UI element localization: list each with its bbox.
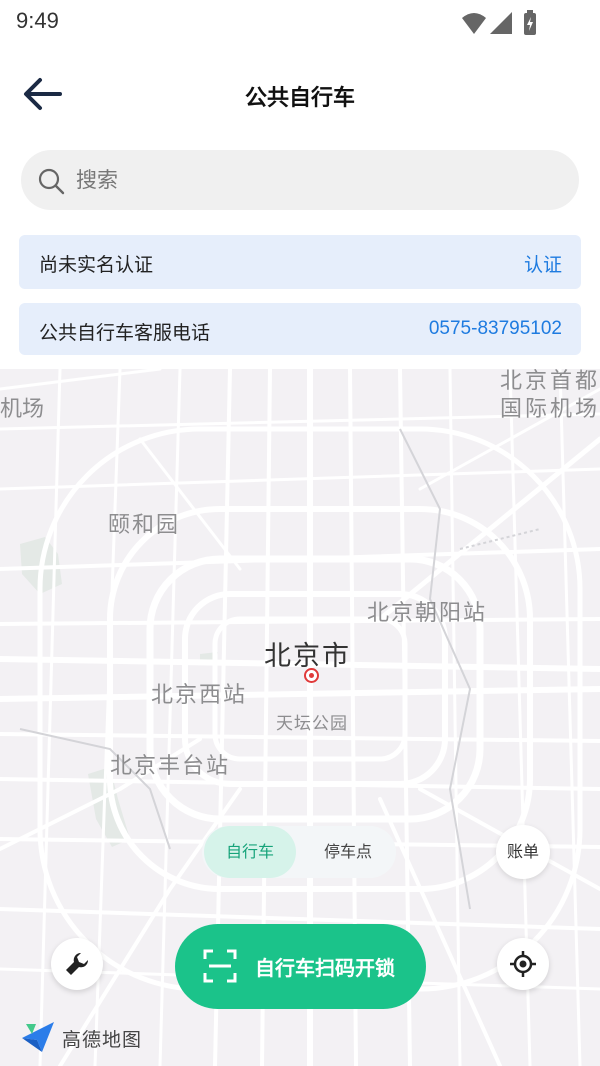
map-view[interactable]: 北京首都 国际机场 机场 颐和园 北京朝阳站 北京市 北京西站 天坛公园 北京丰…	[0, 369, 600, 1066]
map-label-west-station: 北京西站	[151, 683, 248, 708]
search-input[interactable]	[76, 164, 556, 196]
map-label-yiheyuan: 颐和园	[108, 513, 181, 538]
city-marker-icon	[304, 668, 319, 683]
map-label-fengtai-station: 北京丰台站	[110, 754, 231, 779]
amap-logo-icon	[22, 1022, 54, 1052]
tab-bike[interactable]: 自行车	[204, 826, 296, 878]
tab-parking[interactable]: 停车点	[302, 826, 394, 878]
service-phone-label: 公共自行车客服电话	[39, 322, 211, 344]
map-label-tiantan: 天坛公园	[276, 714, 348, 734]
map-label-airport-fragment: 机场	[0, 397, 45, 422]
status-bar: 9:49	[0, 0, 600, 48]
status-time: 9:49	[16, 8, 59, 33]
map-label-airport-line2: 国际机场	[499, 397, 600, 422]
repair-button[interactable]	[51, 938, 103, 990]
service-phone-number[interactable]: 0575-83795102	[429, 318, 562, 340]
bill-button[interactable]: 账单	[496, 825, 550, 879]
wifi-icon	[462, 13, 486, 34]
wrench-icon	[66, 952, 89, 975]
service-phone-bar: 公共自行车客服电话 0575-83795102	[19, 303, 581, 355]
scan-unlock-label: 自行车扫码开锁	[255, 956, 395, 980]
search-box[interactable]	[21, 150, 579, 210]
layer-toggle: 自行车 停车点	[202, 826, 396, 878]
map-provider-name: 高德地图	[62, 1029, 143, 1051]
verify-bar: 尚未实名认证 认证	[19, 235, 581, 289]
scan-frame-icon	[203, 949, 237, 983]
verify-label: 尚未实名认证	[39, 254, 154, 276]
status-icons	[460, 10, 550, 38]
battery-icon	[524, 10, 536, 35]
scan-unlock-button[interactable]: 自行车扫码开锁	[175, 924, 426, 1009]
search-icon	[38, 168, 65, 195]
map-label-city: 北京市	[264, 641, 351, 672]
header: 公共自行车	[0, 60, 600, 130]
locate-button[interactable]	[497, 938, 549, 990]
verify-link[interactable]: 认证	[524, 250, 562, 277]
page-title: 公共自行车	[244, 86, 355, 111]
map-label-chaoyang-station: 北京朝阳站	[367, 601, 488, 626]
locate-icon	[510, 951, 536, 977]
signal-icon	[490, 12, 512, 34]
